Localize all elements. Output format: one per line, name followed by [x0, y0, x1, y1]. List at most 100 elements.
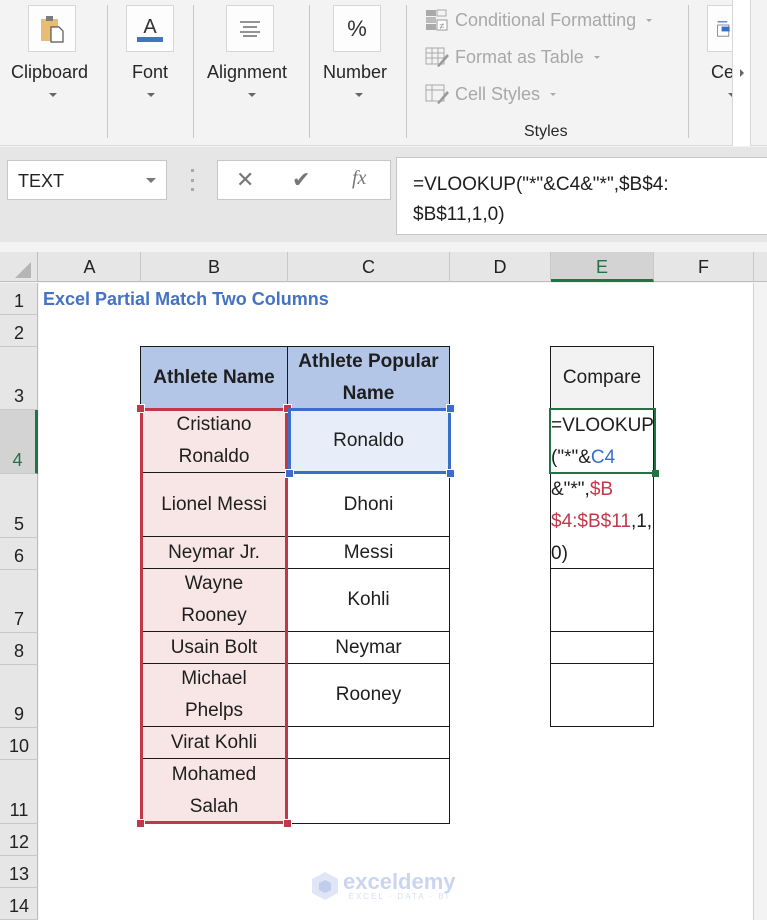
ribbon-separator	[193, 5, 194, 138]
cell-b4[interactable]: Cristiano Ronaldo	[140, 408, 288, 473]
name-box-value: TEXT	[18, 171, 65, 191]
ribbon-separator	[309, 5, 310, 138]
row-header-2[interactable]: 2	[0, 315, 38, 347]
watermark-brand: exceldemy	[343, 868, 456, 894]
range-handle[interactable]	[283, 404, 292, 413]
formula-bar-buttons: ✕ ✔ fx	[217, 160, 391, 200]
cell-c11[interactable]	[287, 758, 450, 824]
name-box[interactable]: TEXT	[7, 160, 167, 200]
formula-text: &"*",	[551, 479, 590, 500]
formula-bar-grip-icon[interactable]	[191, 169, 194, 191]
cell-c4[interactable]: Ronaldo	[287, 408, 450, 473]
row-header-8[interactable]: 8	[0, 633, 38, 665]
formula-ref-c4: C4	[590, 447, 616, 468]
grid-edge	[753, 283, 767, 920]
percent-icon: %	[333, 5, 381, 52]
cell-styles-button[interactable]: Cell Styles	[425, 83, 557, 105]
cell-styles-label: Cell Styles	[455, 83, 541, 104]
cell-c6[interactable]: Messi	[287, 536, 450, 569]
column-header-e[interactable]: E	[551, 252, 654, 282]
caret-down-icon	[550, 92, 557, 96]
row-headers: 1 2 3 4 5 6 7 8 9 10 11 12 13 14	[0, 283, 38, 920]
alignment-caret-icon[interactable]	[248, 93, 256, 97]
row-header-6[interactable]: 6	[0, 538, 38, 570]
range-handle[interactable]	[446, 404, 455, 413]
row-header-4[interactable]: 4	[0, 410, 38, 474]
align-center-icon	[226, 5, 274, 52]
enter-check-icon[interactable]: ✔	[292, 167, 310, 193]
format-as-table-button[interactable]: Format as Table	[425, 46, 600, 68]
cell-c5[interactable]: Dhoni	[287, 472, 450, 537]
row-header-5[interactable]: 5	[0, 474, 38, 538]
row-header-11[interactable]: 11	[0, 760, 38, 824]
cell-b9[interactable]: Michael Phelps	[140, 663, 288, 727]
row-header-7[interactable]: 7	[0, 570, 38, 633]
svg-text:A: A	[143, 16, 157, 38]
clipboard-label: Clipboard	[11, 62, 89, 82]
cell-b6[interactable]: Neymar Jr.	[140, 536, 288, 569]
row-header-9[interactable]: 9	[0, 665, 38, 728]
cell-c10[interactable]	[287, 726, 450, 759]
format-as-table-label: Format as Table	[455, 46, 584, 67]
font-color-icon: A	[126, 5, 174, 52]
formula-line-2: $B$11,1,0)	[413, 204, 505, 225]
cell-b11[interactable]: Mohamed Salah	[140, 758, 288, 824]
row-header-3[interactable]: 3	[0, 347, 38, 410]
cancel-icon[interactable]: ✕	[236, 167, 254, 193]
ribbon-separator	[688, 5, 689, 138]
cell-c9[interactable]: Rooney	[287, 663, 450, 727]
formula-line-1: =VLOOKUP("*"&C4&"*",$B$4:	[413, 174, 669, 195]
conditional-formatting-button[interactable]: ≠ Conditional Formatting	[425, 9, 653, 31]
column-header-d[interactable]: D	[450, 252, 551, 282]
column-headers: A B C D E F	[0, 252, 767, 282]
column-header-a[interactable]: A	[39, 252, 141, 282]
row-header-10[interactable]: 10	[0, 728, 38, 760]
header-athlete-popular-name[interactable]: Athlete Popular Name	[287, 346, 450, 409]
cell-b5[interactable]: Lionel Messi	[140, 472, 288, 537]
insert-function-icon[interactable]: fx	[352, 167, 366, 190]
cell-e8[interactable]	[550, 631, 654, 664]
range-handle[interactable]	[136, 819, 145, 828]
ribbon-separator	[107, 5, 108, 138]
number-caret-icon[interactable]	[355, 93, 363, 97]
insert-cells-icon[interactable]	[707, 5, 733, 52]
exceldemy-logo-icon	[312, 872, 338, 900]
cell-e9[interactable]	[550, 663, 654, 727]
font-caret-icon[interactable]	[147, 93, 155, 97]
watermark: exceldemy EXCEL · DATA · BI	[311, 868, 456, 901]
range-handle[interactable]	[285, 469, 294, 478]
caret-down-icon	[593, 55, 600, 59]
column-header-c[interactable]: C	[288, 252, 450, 282]
column-header-f[interactable]: F	[654, 252, 754, 282]
cell-c8[interactable]: Neymar	[287, 631, 450, 664]
range-handle[interactable]	[136, 404, 145, 413]
range-handle[interactable]	[446, 469, 455, 478]
cell-b8[interactable]: Usain Bolt	[140, 631, 288, 664]
range-handle[interactable]	[283, 819, 292, 828]
format-as-table-icon	[425, 47, 449, 67]
alignment-label: Alignment	[207, 62, 288, 82]
row-header-14[interactable]: 14	[0, 888, 38, 920]
row-header-12[interactable]: 12	[0, 824, 38, 856]
select-all-button[interactable]	[0, 252, 38, 282]
header-athlete-name[interactable]: Athlete Name	[140, 346, 288, 409]
formula-input[interactable]: =VLOOKUP("*"&C4&"*",$B$4: $B$11,1,0)	[396, 157, 767, 235]
cell-b10[interactable]: Virat Kohli	[140, 726, 288, 759]
column-header-b[interactable]: B	[141, 252, 288, 282]
row-header-1[interactable]: 1	[0, 283, 38, 315]
clipboard-caret-icon[interactable]	[49, 93, 57, 97]
cells-label: Ce	[711, 62, 732, 82]
sheet-title[interactable]: Excel Partial Match Two Columns	[43, 289, 329, 310]
row-header-13[interactable]: 13	[0, 856, 38, 888]
cell-e4-formula: =VLOOKUP("*"&C4&"*",$B$4:$B$11,1,0)	[551, 410, 655, 570]
formula-bar-area: TEXT ✕ ✔ fx =VLOOKUP("*"&C4&"*",$B$4: $B…	[0, 147, 767, 242]
header-compare[interactable]: Compare	[550, 346, 654, 409]
fill-handle[interactable]	[652, 470, 659, 477]
conditional-formatting-label: Conditional Formatting	[455, 9, 637, 30]
name-box-dropdown-icon[interactable]	[146, 178, 156, 183]
cell-styles-icon	[425, 84, 449, 104]
cell-c7[interactable]: Kohli	[287, 568, 450, 632]
cell-b7[interactable]: Wayne Rooney	[140, 568, 288, 632]
cell-e7[interactable]	[550, 568, 654, 632]
ribbon-separator	[406, 5, 407, 138]
